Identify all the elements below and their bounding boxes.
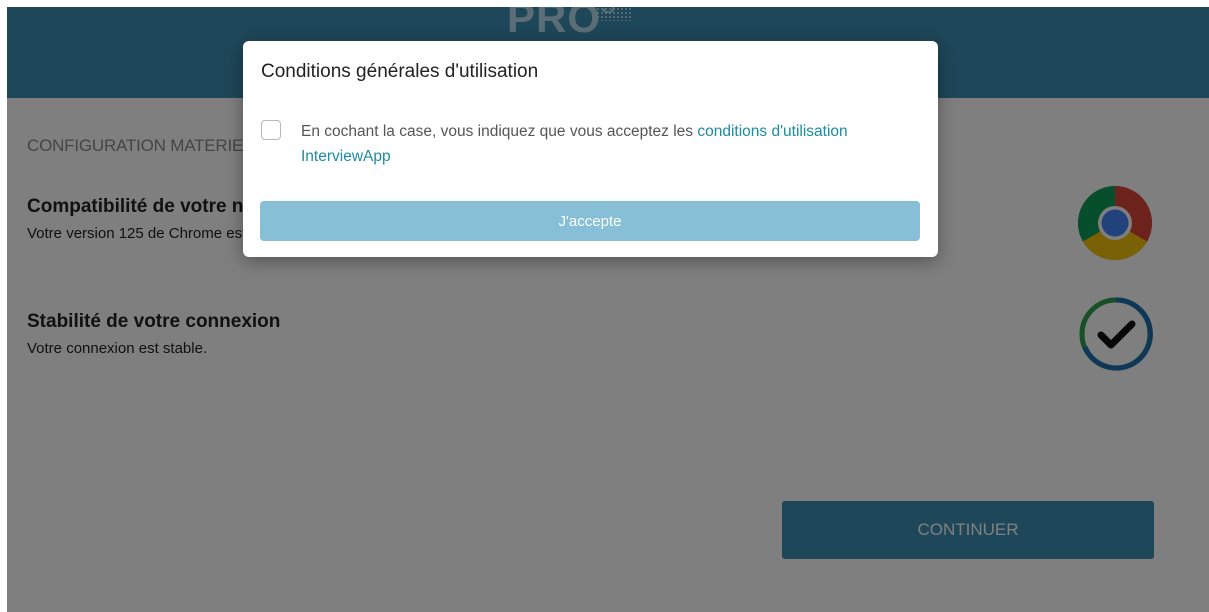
consent-text-body: En cochant la case, vous indiquez que vo… (301, 123, 698, 140)
terms-checkbox[interactable] (261, 120, 281, 140)
terms-modal: Conditions générales d'utilisation En co… (243, 41, 938, 257)
accept-button[interactable]: J'accepte (260, 201, 920, 241)
consent-text: En cochant la case, vous indiquez que vo… (301, 119, 901, 169)
modal-title: Conditions générales d'utilisation (261, 61, 539, 82)
